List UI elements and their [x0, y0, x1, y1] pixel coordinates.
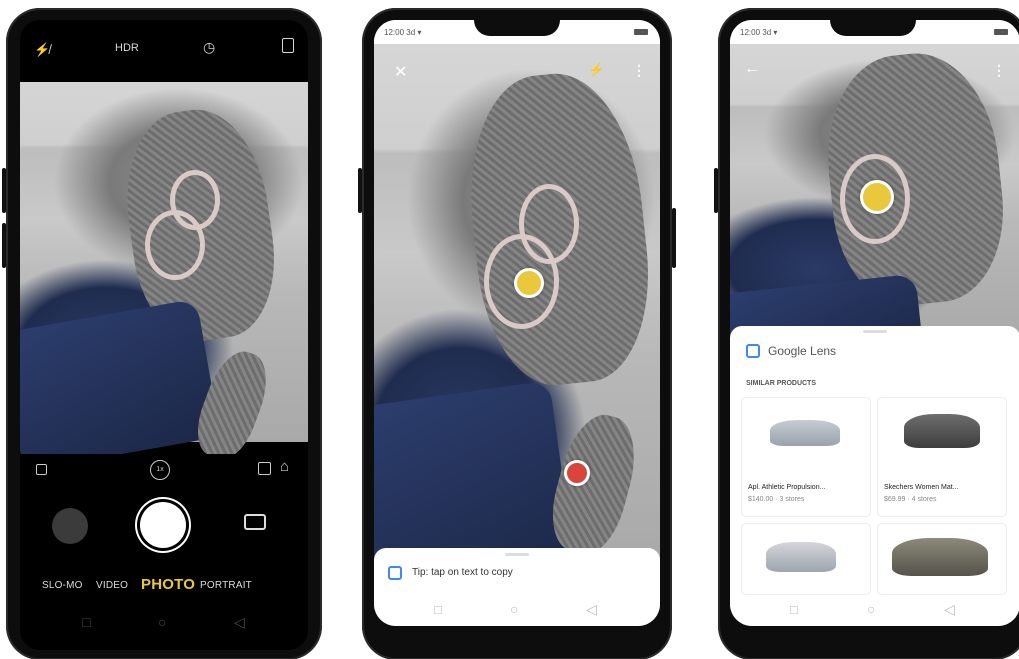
product-image	[892, 538, 988, 576]
camera-top-bar: ⚡̸ HDR ◷	[20, 20, 308, 82]
battery-icon	[994, 29, 1008, 35]
volume-button	[358, 168, 362, 213]
home-icon[interactable]: ○	[510, 601, 518, 617]
scan-photo	[374, 44, 660, 608]
product-meta: $140.00 · 3 stores	[748, 496, 805, 503]
recent-apps-icon[interactable]: □	[790, 602, 798, 617]
gallery-thumbnail[interactable]	[52, 508, 88, 544]
product-card[interactable]	[742, 524, 870, 594]
section-title: SIMILAR PRODUCTS	[746, 380, 816, 387]
home-icon[interactable]: ○	[158, 614, 166, 630]
results-sheet: Google Lens SIMILAR PRODUCTS Apl. Athlet…	[730, 326, 1019, 626]
phone-lens-results: 12:00 3d ▾ ← ⋮ Google Lens SIMILAR PRODU…	[714, 8, 1019, 659]
recent-apps-icon[interactable]: □	[434, 602, 442, 617]
tip-sheet: Tip: tap on text to copy □ ○ ◁	[374, 548, 660, 626]
shutter-button[interactable]	[140, 502, 186, 548]
home-icon[interactable]: ○	[867, 601, 875, 617]
aspect-ratio-icon[interactable]	[282, 38, 294, 53]
notch	[830, 20, 916, 36]
flash-off-icon[interactable]: ⚡	[588, 62, 604, 78]
product-name: Skechers Women Mat...	[884, 484, 959, 491]
product-card[interactable]: Skechers Women Mat... $69.99 · 4 stores	[878, 398, 1006, 516]
second-shoe	[542, 407, 646, 561]
product-name: Apl. Athletic Propulsion...	[748, 484, 826, 491]
recent-apps-icon[interactable]: □	[82, 614, 90, 630]
mode-slomo[interactable]: SLO-MO	[42, 580, 83, 591]
battery-icon	[634, 29, 648, 35]
close-icon[interactable]: ✕	[394, 62, 407, 82]
filter-icon[interactable]	[258, 462, 271, 475]
zoom-indicator[interactable]: 1x	[150, 460, 170, 480]
mode-portrait[interactable]: PORTRAIT	[200, 580, 252, 591]
camera-screen: ⚡̸ HDR ◷ 1x ⌂ SLO-MO VIDEO PHOTO PORTRAI…	[20, 20, 308, 650]
product-card[interactable]: Apl. Athletic Propulsion... $140.00 · 3 …	[742, 398, 870, 516]
status-time: 12:00 3d ▾	[384, 28, 422, 37]
hdr-toggle[interactable]: HDR	[115, 42, 139, 54]
lens-icon[interactable]	[36, 464, 47, 475]
power-button	[672, 208, 676, 268]
back-icon[interactable]: ←	[744, 60, 760, 78]
product-image	[904, 414, 980, 448]
jeans	[20, 298, 221, 472]
product-image	[766, 542, 836, 572]
tip-text: Tip: tap on text to copy	[412, 567, 513, 578]
shoelace	[170, 170, 220, 230]
google-lens-brand: Google Lens	[768, 344, 837, 358]
switch-camera-icon[interactable]	[244, 514, 266, 530]
results-screen: 12:00 3d ▾ ← ⋮ Google Lens SIMILAR PRODU…	[730, 20, 1019, 626]
product-meta: $69.99 · 4 stores	[884, 496, 937, 503]
lens-screen: 12:00 3d ▾ ✕ ⚡ ⋮ Tip: tap on text to cop…	[374, 20, 660, 626]
recognition-dot[interactable]	[564, 460, 590, 486]
volume-button	[2, 168, 6, 213]
sheet-handle[interactable]	[863, 330, 887, 333]
phone-camera-app: ⚡̸ HDR ◷ 1x ⌂ SLO-MO VIDEO PHOTO PORTRAI…	[2, 8, 322, 659]
mode-photo[interactable]: PHOTO	[141, 576, 195, 593]
mode-selector: SLO-MO VIDEO PHOTO PORTRAIT	[20, 576, 308, 596]
volume-button	[714, 168, 718, 213]
recognition-dot[interactable]	[514, 268, 544, 298]
status-time: 12:00 3d ▾	[740, 28, 778, 37]
volume-button	[2, 223, 6, 268]
product-card[interactable]	[878, 524, 1006, 594]
recognition-dot[interactable]	[860, 180, 894, 214]
shoelace	[519, 184, 579, 264]
flash-off-icon[interactable]: ⚡̸	[34, 42, 50, 58]
lens-icon	[746, 344, 760, 358]
more-icon[interactable]: ⋮	[992, 62, 1006, 79]
timer-icon[interactable]: ◷	[203, 39, 215, 56]
phone-lens-scan: 12:00 3d ▾ ✕ ⚡ ⋮ Tip: tap on text to cop…	[358, 8, 676, 659]
product-image	[770, 420, 840, 446]
back-nav-icon[interactable]: ◁	[234, 614, 245, 631]
camera-controls: 1x ⌂ SLO-MO VIDEO PHOTO PORTRAIT □ ○ ◁	[20, 454, 308, 650]
mode-video[interactable]: VIDEO	[96, 580, 128, 591]
sheet-handle[interactable]	[505, 553, 529, 556]
more-icon[interactable]: ⋮	[632, 62, 646, 79]
notch	[474, 20, 560, 36]
lens-icon	[388, 566, 402, 580]
back-nav-icon[interactable]: ◁	[586, 601, 597, 618]
beauty-icon[interactable]: ⌂	[280, 458, 289, 475]
viewfinder-photo	[20, 70, 308, 472]
back-nav-icon[interactable]: ◁	[944, 601, 955, 618]
